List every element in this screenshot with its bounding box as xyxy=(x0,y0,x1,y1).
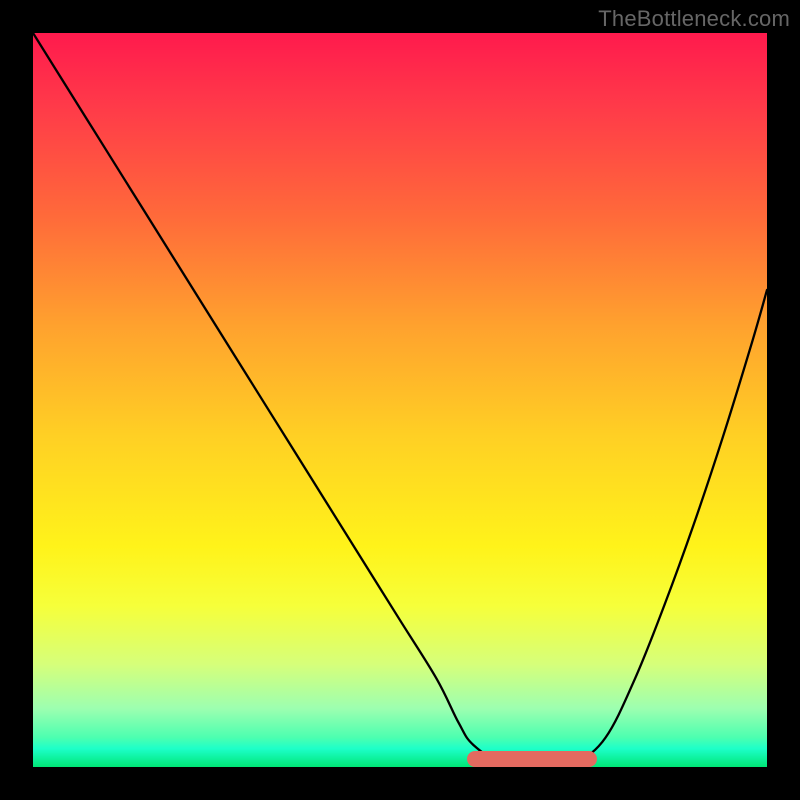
plot-area xyxy=(33,33,767,767)
chart-frame: TheBottleneck.com xyxy=(0,0,800,800)
optimal-range-marker xyxy=(467,751,596,767)
watermark-text: TheBottleneck.com xyxy=(598,6,790,32)
bottleneck-curve xyxy=(33,33,767,767)
